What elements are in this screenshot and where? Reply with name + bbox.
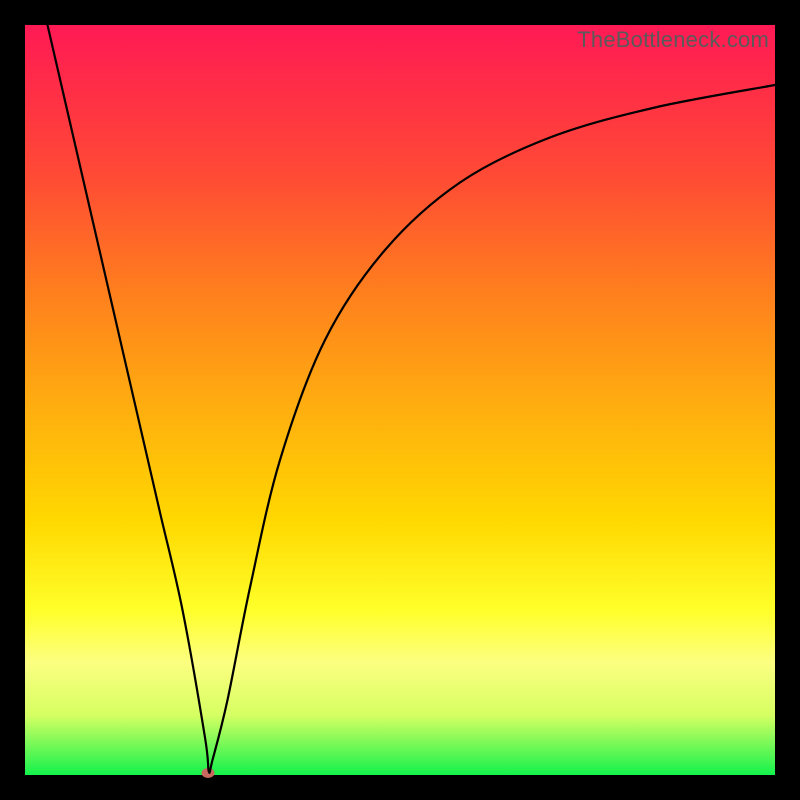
chart-frame: TheBottleneck.com — [0, 0, 800, 800]
plot-area: TheBottleneck.com — [25, 25, 775, 775]
bottleneck-curve — [25, 25, 775, 775]
watermark-label: TheBottleneck.com — [577, 27, 769, 53]
